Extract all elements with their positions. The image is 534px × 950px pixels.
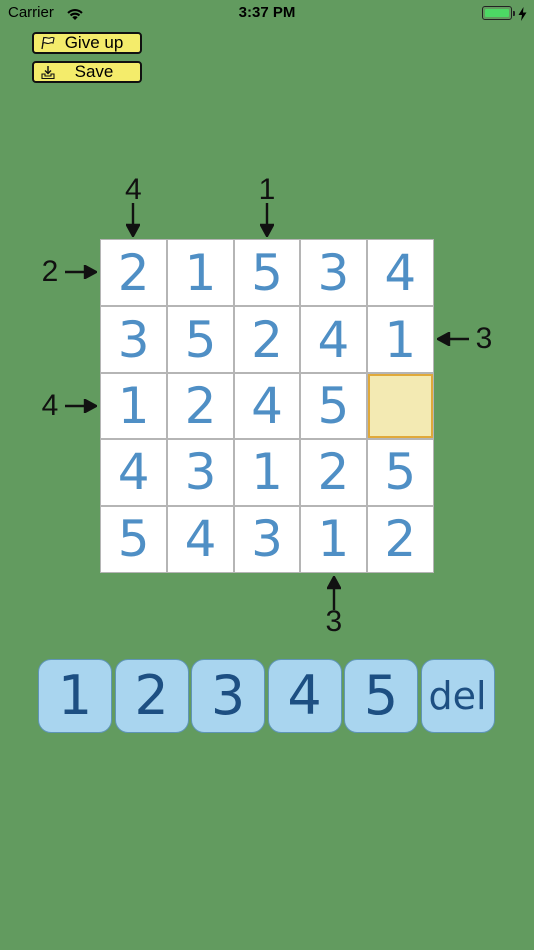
left-arrow-icon [437,332,469,347]
grid-cell[interactable]: 1 [101,374,166,438]
grid-cell[interactable]: 3 [101,307,166,371]
grid-cell[interactable]: 4 [235,374,299,438]
grid-cell[interactable]: 4 [101,440,166,504]
grid-cell[interactable]: 4 [368,240,433,305]
save-label: Save [74,62,114,81]
clock-time: 3:37 PM [238,4,296,21]
clue-left: 2 [41,255,59,289]
grid-cell[interactable]: 4 [301,307,365,371]
grid-cell[interactable]: 5 [235,240,299,305]
save-button[interactable]: Save [32,61,142,83]
battery-level [485,9,509,17]
clue-bottom: 3 [325,605,343,638]
grid-cell[interactable]: 5 [168,307,232,371]
grid-cell[interactable]: 2 [301,440,365,504]
grid-cell[interactable]: 5 [301,374,365,438]
number-key-1[interactable]: 1 [38,659,112,733]
grid-cell[interactable]: 2 [368,507,433,572]
number-key-2[interactable]: 2 [114,659,189,733]
status-bar: Carrier 3:37 PM [0,0,534,28]
clue-top: 1 [258,173,276,206]
number-key-5[interactable]: 5 [344,659,418,733]
grid-cell[interactable]: 1 [301,507,365,572]
number-key-4[interactable]: 4 [267,659,342,733]
grid-cell[interactable]: 1 [168,240,232,305]
give-up-label: Give up [64,33,124,52]
grid-cell[interactable]: 2 [235,307,299,371]
grid-cell[interactable]: 5 [368,440,433,504]
delete-key[interactable]: del [420,659,495,733]
clue-right: 3 [475,322,493,356]
down-arrow-icon [126,203,141,237]
puzzle-grid: 215343524112454312554312 [100,239,434,573]
number-key-3[interactable]: 3 [191,659,265,733]
download-tray-icon [34,65,62,80]
clue-left: 4 [41,389,59,422]
grid-cell[interactable]: 3 [235,507,299,572]
battery-icon [482,6,515,20]
right-arrow-icon [65,265,97,280]
down-arrow-icon [260,203,274,237]
right-arrow-icon [65,399,97,413]
give-up-button[interactable]: Give up [32,32,142,54]
flag-icon [34,36,62,50]
clue-top: 4 [125,173,142,206]
grid-cell[interactable]: 2 [168,374,232,438]
grid-cell[interactable]: 3 [301,240,365,305]
grid-cell[interactable]: 5 [101,507,166,572]
grid-cell[interactable]: 2 [101,240,166,305]
grid-cell[interactable]: 1 [235,440,299,504]
grid-cell-selected[interactable] [367,373,433,439]
bolt-icon [518,6,527,25]
grid-cell[interactable]: 3 [168,440,232,504]
grid-cell[interactable]: 4 [168,507,232,572]
grid-cell[interactable]: 1 [368,307,433,371]
